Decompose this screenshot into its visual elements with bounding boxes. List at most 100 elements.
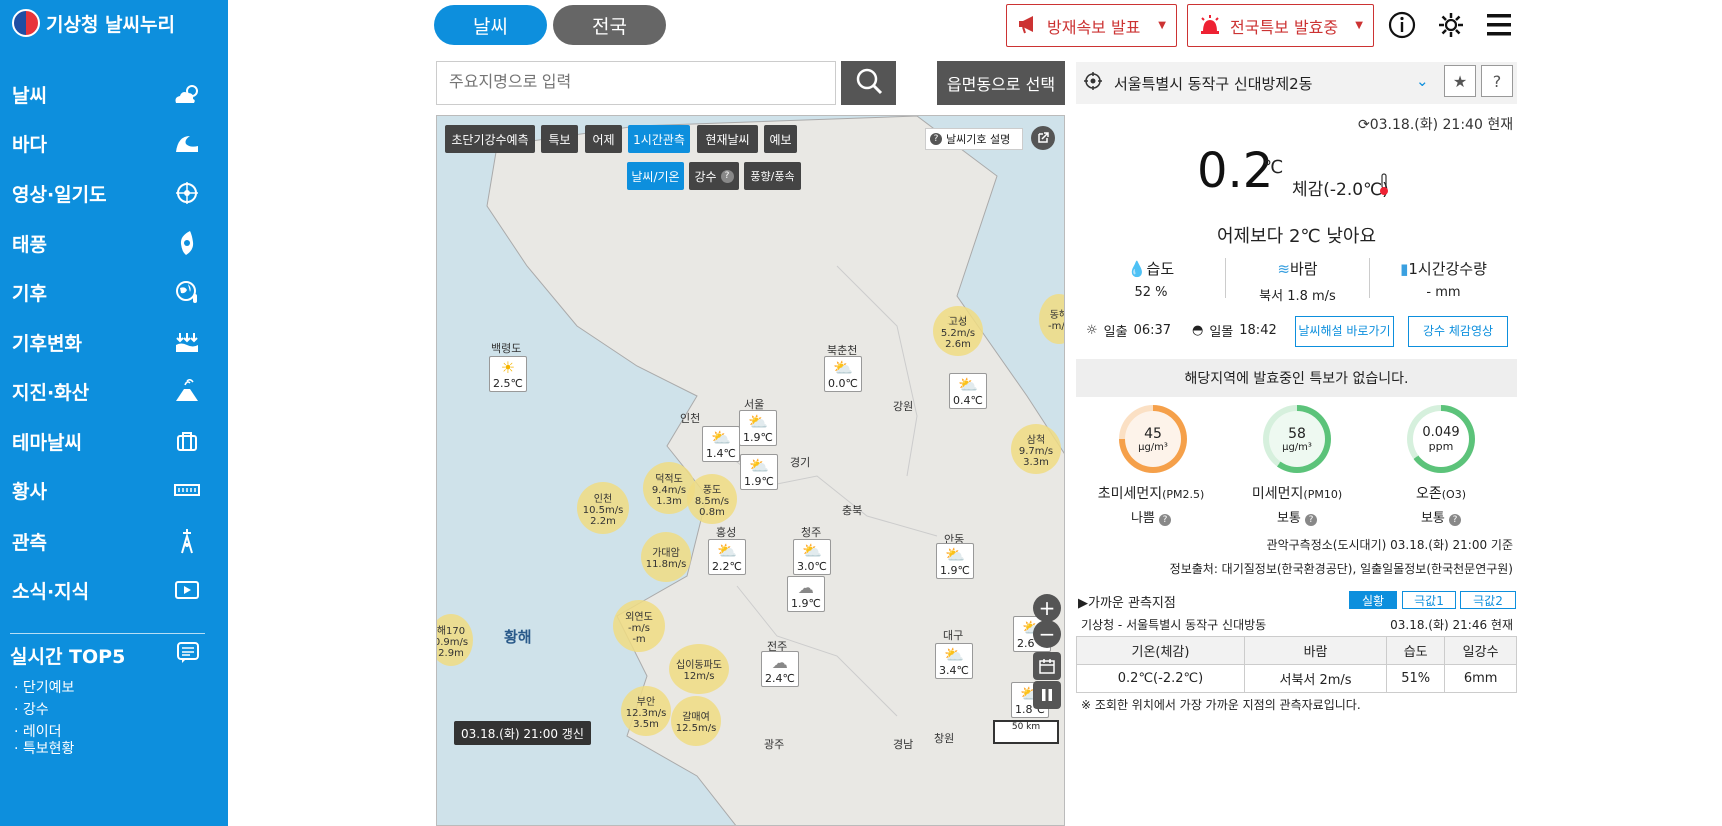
weather-station[interactable]: ⛅ 1.9℃ xyxy=(740,454,778,490)
location-name: 서울특별시 동작구 신대방제2동 xyxy=(1114,74,1313,93)
ozone-name: 오존 xyxy=(1415,486,1442,502)
thermometer-icon xyxy=(1378,172,1390,200)
tab-nationwide[interactable]: 전국 xyxy=(553,5,666,45)
sidebar-item-observation[interactable]: 관측 xyxy=(12,523,202,559)
help-icon[interactable]: ? xyxy=(1449,514,1462,526)
buoy-name: 고성 xyxy=(948,316,968,328)
marine-buoy[interactable]: 고성 5.2m/s 2.6m xyxy=(933,306,983,356)
buoy-wave: 2.9m xyxy=(438,647,464,659)
sidebar-item-climate-change[interactable]: 기후변화 xyxy=(12,324,202,360)
help-icon[interactable]: ? xyxy=(1159,514,1172,526)
map-btn-yesterday[interactable]: 어제 xyxy=(585,125,622,153)
tab-extreme2[interactable]: 극값2 xyxy=(1460,591,1516,609)
marine-buoy[interactable]: 인천 10.5m/s 2.2m xyxy=(577,482,629,534)
help-icon[interactable]: ? xyxy=(1305,514,1318,526)
disaster-alert-button[interactable]: 방재속보 발표 ▼ xyxy=(1006,4,1177,47)
pm25-sub: (PM2.5) xyxy=(1162,488,1205,501)
pm10-unit: μg/m³ xyxy=(1282,441,1312,453)
marine-buoy[interactable]: 가대암 11.8m/s xyxy=(641,532,691,582)
buoy-name: 부안 xyxy=(636,696,656,708)
legend-button[interactable]: ? 날씨기호 설명 xyxy=(925,128,1023,150)
marine-buoy[interactable]: 삼척 9.7m/s 3.3m xyxy=(1011,424,1061,474)
zoom-out-button[interactable]: − xyxy=(1033,620,1061,648)
pm25-unit: μg/m³ xyxy=(1138,441,1168,453)
weather-station[interactable]: ⛅ 1.9℃ xyxy=(936,543,974,579)
zoom-in-button[interactable]: + xyxy=(1033,594,1061,622)
dust-icon xyxy=(172,477,202,503)
wind-value: 북서 1.8 m/s xyxy=(1259,289,1336,304)
tab-weather[interactable]: 날씨 xyxy=(434,5,547,45)
nearby-title: ▶가까운 관측지점 xyxy=(1078,596,1176,611)
humidity-label: 습도 xyxy=(1146,260,1175,278)
top5-item[interactable]: · 강수 xyxy=(14,699,49,719)
top5-item[interactable]: · 단기예보 xyxy=(14,677,74,697)
pm25-gauge[interactable]: 45 μg/m³ xyxy=(1119,405,1187,473)
favorite-button[interactable]: ★ xyxy=(1444,65,1476,97)
marine-buoy[interactable]: 외연도 -m/s -m xyxy=(613,600,665,652)
search-input[interactable] xyxy=(436,61,836,105)
sunrise-label: 일출 xyxy=(1103,325,1128,340)
help-button[interactable]: ? xyxy=(1481,65,1513,97)
map-btn-hourly-obs[interactable]: 1시간관측 xyxy=(628,125,690,153)
weather-station[interactable]: ⛅ 1.9℃ xyxy=(739,410,777,446)
weather-station[interactable]: ⛅ 1.4℃ xyxy=(702,426,740,462)
ozone-gauge[interactable]: 0.049 ppm xyxy=(1407,405,1475,473)
weather-map[interactable]: 초단기강수예측 특보 어제 1시간관측 현재날씨 예보 날씨/기온 강수 ? 풍… xyxy=(436,115,1065,826)
partly-cloudy-icon: ⛅ xyxy=(944,545,965,564)
sidebar-item-typhoon[interactable]: 태풍 xyxy=(12,225,202,261)
weather-station[interactable]: ☁ 2.4℃ xyxy=(761,651,799,687)
map-btn-current[interactable]: 현재날씨 xyxy=(697,125,758,153)
rain-video-button[interactable]: 강수 체감영상 xyxy=(1408,316,1508,347)
nationwide-warning-button[interactable]: 전국특보 발효중 ▼ xyxy=(1187,4,1374,47)
weather-station[interactable]: ⛅ 0.4℃ xyxy=(949,373,987,409)
map-btn-wind[interactable]: 풍향/풍속 xyxy=(744,162,801,190)
search-button[interactable] xyxy=(841,61,896,105)
menu-icon[interactable] xyxy=(1484,10,1514,40)
map-btn-forecast[interactable]: 예보 xyxy=(764,125,797,153)
tab-extreme1[interactable]: 극값1 xyxy=(1402,591,1456,609)
sidebar-item-satellite[interactable]: 영상·일기도 xyxy=(12,175,202,211)
top5-header[interactable]: 실시간 TOP5 xyxy=(10,641,200,670)
weather-station[interactable]: ⛅ 2.2℃ xyxy=(708,539,746,575)
weather-station[interactable]: ⛅ 3.0℃ xyxy=(793,539,831,575)
marine-buoy[interactable]: 풍도 8.5m/s 0.8m xyxy=(687,474,737,524)
marine-buoy[interactable]: 갈매여 12.5m/s xyxy=(671,696,721,746)
top5-item[interactable]: · 특보현황 xyxy=(14,738,74,758)
gear-icon[interactable] xyxy=(1436,10,1466,40)
app-logo[interactable]: 기상청 날씨누리 xyxy=(12,8,175,38)
pm10-gauge[interactable]: 58 μg/m³ xyxy=(1263,405,1331,473)
sidebar-item-dust[interactable]: 황사 xyxy=(12,472,202,508)
pause-icon[interactable] xyxy=(1033,681,1061,709)
partly-cloudy-icon: ⛅ xyxy=(957,375,978,394)
sidebar-item-earthquake[interactable]: 지진·화산 xyxy=(12,373,202,409)
buoy-wind: 12m/s xyxy=(683,671,715,682)
sidebar-item-label: 기후변화 xyxy=(12,332,82,355)
weather-station[interactable]: ⛅ 3.4℃ xyxy=(935,643,973,679)
tab-current-obs[interactable]: 실황 xyxy=(1349,591,1397,609)
weather-station[interactable]: ☁ 1.9℃ xyxy=(787,576,825,612)
sidebar-item-theme[interactable]: 테마날씨 xyxy=(12,423,202,459)
map-btn-nowcast[interactable]: 초단기강수예측 xyxy=(445,125,535,153)
map-btn-rain[interactable]: 강수 ? xyxy=(689,162,739,190)
sidebar-item-weather[interactable]: 날씨 xyxy=(12,76,202,112)
info-icon[interactable] xyxy=(1387,10,1417,40)
map-btn-warning[interactable]: 특보 xyxy=(541,125,578,153)
bag-icon xyxy=(172,428,202,454)
sidebar-item-news[interactable]: 소식·지식 xyxy=(12,572,202,608)
temp-unit: ℃ xyxy=(1263,157,1284,178)
external-link-icon[interactable] xyxy=(1031,126,1055,150)
sidebar-divider xyxy=(10,633,205,634)
calendar-icon[interactable] xyxy=(1033,652,1061,680)
region-select-button[interactable]: 읍면동으로 선택 xyxy=(937,61,1065,105)
sidebar-item-sea[interactable]: 바다 xyxy=(12,125,202,161)
marine-buoy[interactable]: 십이동파도 12m/s xyxy=(669,644,729,694)
sidebar-item-climate[interactable]: 기후 xyxy=(12,274,202,310)
nearby-note: ※ 조회한 위치에서 가장 가까운 지점의 관측자료입니다. xyxy=(1081,698,1361,712)
weather-commentary-button[interactable]: 날씨해설 바로가기 xyxy=(1295,316,1394,347)
refresh-time[interactable]: ⟳03.18.(화) 21:40 현재 xyxy=(1358,114,1513,134)
weather-station[interactable]: ☀ 2.5℃ xyxy=(489,356,527,392)
marine-buoy[interactable]: 부안 12.3m/s 3.5m xyxy=(621,686,671,736)
sunset-icon: ◓ xyxy=(1192,323,1204,338)
map-btn-temp[interactable]: 날씨/기온 xyxy=(627,162,684,190)
weather-station[interactable]: ⛅ 0.0℃ xyxy=(824,356,862,392)
